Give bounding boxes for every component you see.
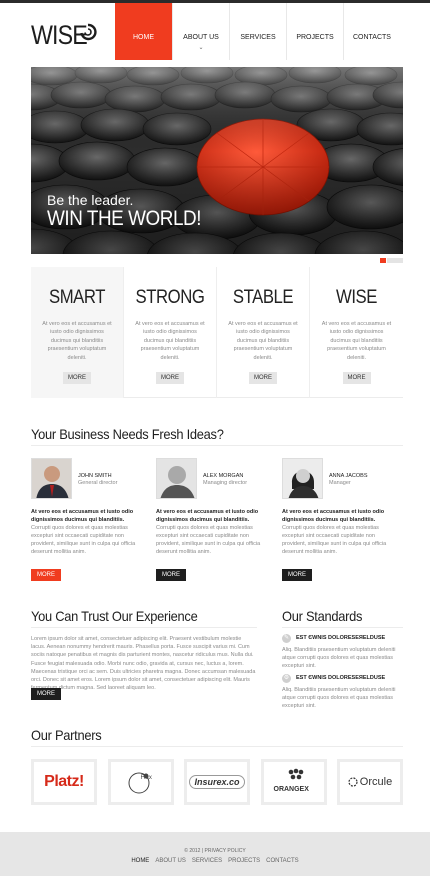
feature-text: At vero eos et accusamus et iusto odio d…: [228, 321, 298, 361]
team-section-title: Your Business Needs Fresh Ideas?: [31, 426, 224, 442]
divider: [31, 627, 257, 628]
feature-strong: STRONG At vero eos et accusamus et iusto…: [124, 267, 217, 398]
trust-more-button[interactable]: MORE: [31, 688, 61, 700]
member-role: Managing director: [203, 480, 248, 486]
main-nav: HOME ABOUT US ⌄ SERVICES PROJECTS CONTAC…: [115, 3, 400, 60]
footer-link-contacts[interactable]: CONTACTS: [266, 858, 299, 864]
feature-title: SMART: [48, 287, 106, 308]
orcule-logo-icon: [348, 777, 358, 787]
standard-title: EST ЄWNIS DOLOREЅEЯELDUSE: [296, 635, 386, 641]
member-role: General director: [78, 480, 118, 486]
feature-stable: STABLE At vero eos et accusamus et iusto…: [217, 267, 310, 398]
gear-icon: ⚙: [282, 674, 291, 683]
member-name: JOHN SMITH: [78, 473, 112, 479]
nav-about-us-label: ABOUT US: [183, 34, 219, 41]
trust-text: Lorem ipsum dolor sit amet, consectetuer…: [31, 636, 256, 692]
divider: [282, 627, 403, 628]
member-text: Corrupti quos dolores et quas molestias …: [156, 525, 261, 555]
partners-row: Platz! Flex Insurex.co ORANGEX Orcule: [31, 759, 403, 805]
member-lead: At vero eos et accusamus et iusto odio d…: [282, 509, 385, 523]
feature-text: At vero eos et accusamus et iusto odio d…: [135, 321, 205, 361]
divider: [31, 445, 403, 446]
divider: [31, 746, 403, 747]
standard-text: Aliq. Blanditiis praesentium voluptatum …: [282, 687, 396, 710]
member-lead: At vero eos et accusamus et iusto odio d…: [31, 509, 134, 523]
hero-headline: WIN THE WORLD!: [47, 207, 202, 230]
feature-text: At vero eos et accusamus et iusto odio d…: [42, 321, 112, 361]
copyright: © 2012 | PRIVACY POLICY: [184, 848, 246, 854]
partners-section-title: Our Partners: [31, 727, 102, 743]
person-photo-icon: [32, 459, 71, 498]
standard-title: EST ЄWNIS DOLOREЅEЯELDUSE: [296, 675, 386, 681]
member-text: Corrupti quos dolores et quas molestias …: [31, 525, 136, 555]
feature-more-button[interactable]: MORE: [249, 372, 277, 384]
feature-more-button[interactable]: MORE: [156, 372, 184, 384]
pager-dot-active[interactable]: [380, 258, 386, 263]
pager-dot[interactable]: [387, 258, 403, 263]
feature-title: STRONG: [135, 287, 205, 308]
member-more-button[interactable]: MORE: [156, 569, 186, 581]
nav-projects[interactable]: PROJECTS: [286, 3, 343, 60]
avatar: [156, 458, 197, 499]
footer-link-home[interactable]: HOME: [131, 858, 149, 864]
nav-contacts[interactable]: CONTACTS: [343, 3, 400, 60]
feature-text: At vero eos et accusamus et iusto odio d…: [321, 321, 392, 361]
footer-link-services[interactable]: SERVICES: [192, 858, 222, 864]
pencil-icon: ✎: [282, 634, 291, 643]
feature-more-button[interactable]: MORE: [342, 372, 371, 384]
flex-logo-icon: [128, 772, 149, 794]
footer-link-projects[interactable]: PROJECTS: [228, 858, 260, 864]
slider-pager: [380, 258, 403, 263]
partner-logo-flex: Flex: [140, 775, 152, 781]
nav-about-us[interactable]: ABOUT US ⌄: [172, 3, 229, 60]
feature-smart: SMART At vero eos et accusamus et iusto …: [31, 267, 124, 398]
hero-tagline: Be the leader.: [47, 192, 134, 208]
person-photo-icon: [283, 459, 322, 498]
feature-wise: WISE At vero eos et accusamus et iusto o…: [310, 267, 403, 398]
member-text: Corrupti quos dolores et quas molestias …: [282, 525, 387, 555]
partner-orangex[interactable]: ORANGEX: [260, 759, 327, 805]
partner-insurex[interactable]: Insurex.co: [184, 759, 250, 805]
footer-nav: HOME ABOUT US SERVICES PROJECTS CONTACTS: [0, 858, 430, 864]
partner-logo-insurex: Insurex.co: [189, 775, 245, 789]
footer: © 2012 | PRIVACY POLICY HOME ABOUT US SE…: [0, 832, 430, 876]
partner-logo-orcule: Orcule: [359, 776, 393, 788]
features-row: SMART At vero eos et accusamus et iusto …: [31, 267, 403, 398]
member-role: Manager: [329, 480, 351, 486]
standards-section-title: Our Standards: [282, 608, 363, 624]
feature-title: WISE: [336, 287, 377, 308]
member-lead: At vero eos et accusamus et iusto odio d…: [156, 509, 259, 523]
feature-title: STABLE: [232, 287, 294, 308]
member-more-button[interactable]: MORE: [282, 569, 312, 581]
member-name: ALEX MORGAN: [203, 473, 244, 479]
trust-section-title: You Can Trust Our Experience: [31, 608, 198, 624]
nav-home[interactable]: HOME: [115, 3, 172, 60]
partner-orcule[interactable]: Orcule: [337, 759, 403, 805]
member-name: ANNA JACOBS: [329, 473, 368, 479]
avatar: [31, 458, 72, 499]
avatar: [282, 458, 323, 499]
member-more-button[interactable]: MORE: [31, 569, 61, 581]
orangex-logo-icon: [288, 768, 303, 780]
partner-flex[interactable]: Flex: [107, 759, 174, 805]
logo-swirl-icon: [80, 23, 97, 41]
partner-logo-orangex: ORANGEX: [273, 786, 309, 793]
footer-link-about-us[interactable]: ABOUT US: [155, 858, 186, 864]
hero-slider[interactable]: Be the leader. WIN THE WORLD!: [31, 67, 403, 254]
feature-more-button[interactable]: MORE: [63, 372, 91, 384]
person-photo-icon: [157, 459, 196, 498]
chevron-down-icon: ⌄: [198, 45, 204, 51]
partner-logo-platz: Platz!: [44, 773, 84, 790]
nav-services[interactable]: SERVICES: [229, 3, 286, 60]
standard-text: Aliq. Blanditiis praesentium voluptatum …: [282, 647, 396, 670]
partner-platz[interactable]: Platz!: [31, 759, 97, 805]
